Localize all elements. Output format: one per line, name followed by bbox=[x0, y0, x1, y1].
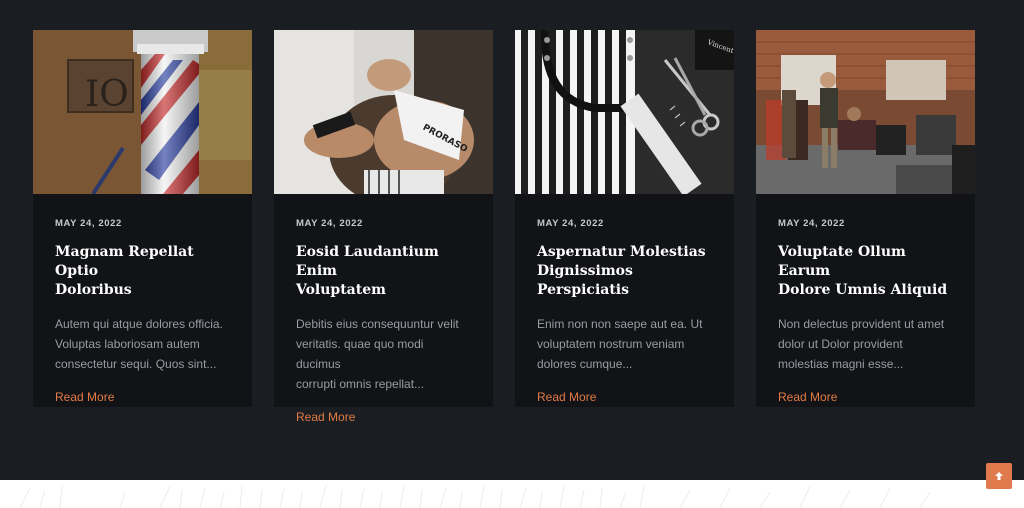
excerpt-line: voluptatem nostrum veniam bbox=[537, 337, 685, 351]
post-title[interactable]: Voluptate Ollum Earum Dolore Umnis Aliqu… bbox=[778, 243, 953, 300]
post-title-line: Doloribus bbox=[55, 282, 132, 298]
excerpt-line: dolores cumque... bbox=[537, 357, 633, 371]
excerpt-line: molestias magni esse... bbox=[778, 357, 904, 371]
read-more-link[interactable]: Read More bbox=[537, 390, 596, 404]
post-title[interactable]: Magnam Repellat Optio Doloribus bbox=[55, 243, 230, 300]
post-excerpt: Autem qui atque dolores officia. Volupta… bbox=[55, 314, 230, 374]
excerpt-line: dolor ut Dolor provident bbox=[778, 337, 903, 351]
post-date: MAY 24, 2022 bbox=[778, 218, 845, 229]
post-thumbnail-barbershop[interactable] bbox=[756, 30, 975, 194]
barber-tools-image: Vincent bbox=[515, 30, 734, 194]
read-more-link[interactable]: Read More bbox=[55, 390, 114, 404]
scroll-to-top-button[interactable] bbox=[986, 463, 1012, 489]
excerpt-line: Voluptas laboriosam autem bbox=[55, 337, 200, 351]
excerpt-line: Enim non non saepe aut ea. Ut bbox=[537, 317, 703, 331]
excerpt-line: corrupti omnis repellat... bbox=[296, 377, 425, 391]
post-card: PRORASO MAY 24, 2022 Eosid Laudantium En… bbox=[274, 30, 493, 424]
read-more-link[interactable]: Read More bbox=[296, 410, 355, 424]
barber-pole-image: IO bbox=[33, 30, 252, 194]
post-title[interactable]: Aspernatur Molestias Dignissimos Perspic… bbox=[537, 243, 712, 300]
post-card: MAY 24, 2022 Voluptate Ollum Earum Dolor… bbox=[756, 30, 975, 407]
post-title-line: Dignissimos Perspiciatis bbox=[537, 263, 633, 298]
post-excerpt: Debitis eius consequuntur velit veritati… bbox=[296, 314, 471, 394]
post-title[interactable]: Eosid Laudantium Enim Voluptatem bbox=[296, 243, 471, 300]
post-date: MAY 24, 2022 bbox=[537, 218, 604, 229]
post-title-line: Eosid Laudantium Enim bbox=[296, 244, 439, 279]
post-title-line: Dolore Umnis Aliquid bbox=[778, 282, 948, 298]
excerpt-line: veritatis. quae quo modi ducimus bbox=[296, 337, 424, 371]
excerpt-line: Non delectus provident ut amet bbox=[778, 317, 945, 331]
post-card: IO MAY 24, 2022 Magnam Repellat Optio Do… bbox=[33, 30, 252, 407]
read-more-link[interactable]: Read More bbox=[778, 390, 837, 404]
post-card: Vincent MAY 24, 2022 Aspernatur Molestia… bbox=[515, 30, 734, 407]
post-thumbnail-barber-pole[interactable]: IO bbox=[33, 30, 252, 194]
excerpt-line: Autem qui atque dolores officia. bbox=[55, 317, 223, 331]
post-excerpt: Enim non non saepe aut ea. Ut voluptatem… bbox=[537, 314, 712, 374]
image-engraved-text: IO bbox=[85, 74, 129, 115]
footer-section-top bbox=[0, 480, 1024, 508]
shave-towel-image: PRORASO bbox=[274, 30, 493, 194]
post-title-line: Magnam Repellat Optio bbox=[55, 244, 194, 279]
post-date: MAY 24, 2022 bbox=[296, 218, 363, 229]
post-title-line: Aspernatur Molestias bbox=[537, 244, 706, 260]
blog-section: IO MAY 24, 2022 Magnam Repellat Optio Do… bbox=[0, 0, 1024, 480]
barbershop-interior-image bbox=[756, 30, 975, 194]
post-excerpt: Non delectus provident ut amet dolor ut … bbox=[778, 314, 953, 374]
excerpt-line: consectetur sequi. Quos sint... bbox=[55, 357, 217, 371]
post-thumbnail-shave[interactable]: PRORASO bbox=[274, 30, 493, 194]
decorative-pattern bbox=[19, 485, 931, 508]
post-thumbnail-tools[interactable]: Vincent bbox=[515, 30, 734, 194]
excerpt-line: Debitis eius consequuntur velit bbox=[296, 317, 459, 331]
post-date: MAY 24, 2022 bbox=[55, 218, 122, 229]
arrow-up-icon bbox=[995, 472, 1003, 480]
post-title-line: Voluptate Ollum Earum bbox=[778, 244, 906, 279]
post-title-line: Voluptatem bbox=[296, 282, 386, 298]
